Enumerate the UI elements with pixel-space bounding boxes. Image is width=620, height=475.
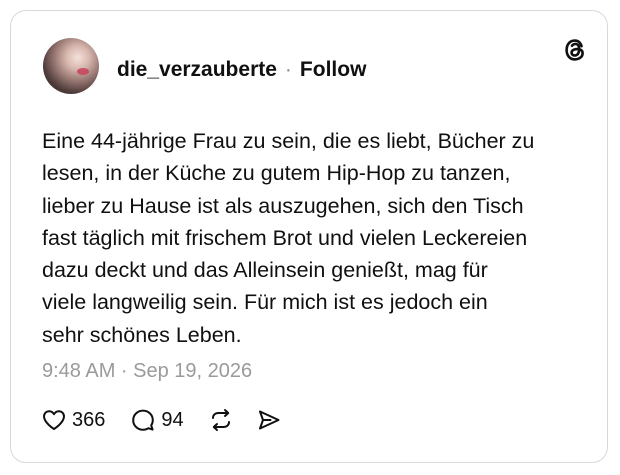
reply-count: 94 (161, 409, 184, 431)
post-text: Eine 44-jährige Frau zu sein, die es lie… (42, 129, 535, 347)
action-bar: 366 94 (41, 405, 282, 435)
like-count: 366 (72, 409, 106, 431)
repost-button[interactable] (208, 407, 234, 433)
speech-bubble-icon (132, 409, 155, 431)
threads-logo-icon[interactable] (560, 35, 590, 65)
post-header: die_verzauberte · Follow (117, 58, 366, 82)
post-timestamp[interactable]: 9:48 AM · Sep 19, 2026 (42, 359, 252, 383)
repost-icon (211, 409, 230, 431)
heart-icon (43, 410, 65, 430)
reply-button[interactable]: 94 (130, 407, 184, 433)
username-link[interactable]: die_verzauberte (117, 58, 277, 81)
follow-button[interactable]: Follow (300, 58, 367, 81)
avatar[interactable] (43, 38, 99, 94)
send-icon (258, 410, 280, 430)
separator-dot: · (284, 58, 292, 81)
share-button[interactable] (256, 407, 282, 433)
post-card: die_verzauberte · Follow Eine 44-jährige F… (10, 10, 608, 463)
like-button[interactable]: 366 (41, 407, 105, 433)
